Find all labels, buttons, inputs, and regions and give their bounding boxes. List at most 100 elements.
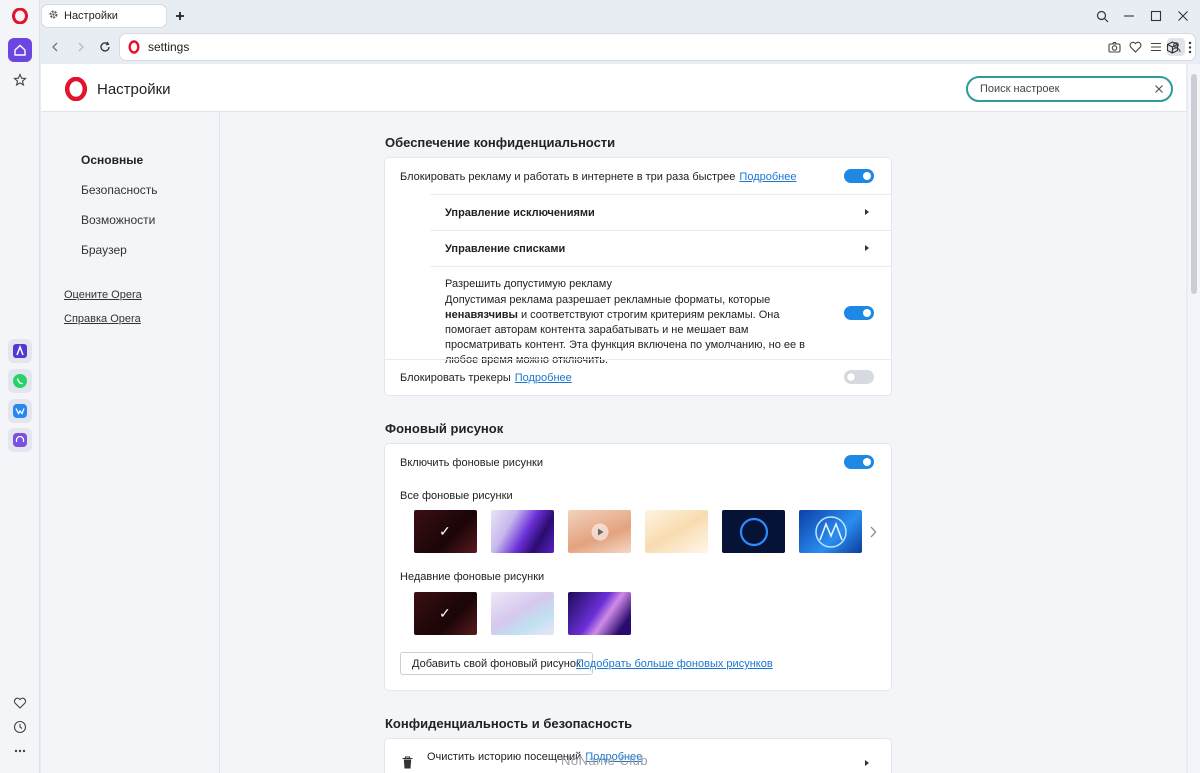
block-trackers-label: Блокировать трекеры — [400, 372, 511, 384]
watermark-text: NoName Club — [561, 753, 649, 768]
clear-search-icon[interactable] — [1154, 83, 1164, 97]
aria-icon[interactable] — [8, 339, 32, 363]
url-text: settings — [148, 40, 190, 54]
check-icon: ✓ — [439, 605, 451, 621]
page-scrollbar[interactable] — [1188, 64, 1200, 773]
tab-settings[interactable]: Настройки — [42, 5, 166, 27]
all-wallpapers-label: Все фоновые рисунки — [400, 490, 513, 502]
acceptable-ads-title: Разрешить допустимую рекламу — [445, 278, 612, 290]
recent-wallpaper-thumb-1[interactable]: ✓ — [414, 592, 477, 635]
tab-strip: Настройки — [40, 0, 1200, 32]
block-ads-row: Блокировать рекламу и работать в интерне… — [400, 171, 796, 183]
chevron-right-icon — [865, 245, 869, 251]
acceptable-ads-desc-bold: ненавязчивы — [445, 309, 518, 321]
back-icon[interactable] — [45, 37, 65, 57]
opera-menu-icon[interactable] — [8, 4, 32, 28]
nav-item-browser[interactable]: Браузер — [81, 243, 127, 257]
wallpaper-section-title: Фоновый рисунок — [385, 421, 504, 436]
divider — [430, 230, 891, 231]
block-trackers-toggle[interactable] — [844, 370, 874, 384]
new-tab-plus-icon[interactable] — [170, 6, 190, 26]
scrollbar-thumb[interactable] — [1191, 74, 1197, 294]
heart-icon[interactable] — [8, 691, 32, 715]
star-icon[interactable] — [8, 68, 32, 92]
manage-lists-row[interactable]: Управление списками — [445, 243, 565, 255]
acceptable-ads-toggle[interactable] — [844, 306, 874, 320]
trash-icon — [402, 756, 413, 772]
opera-site-icon — [128, 40, 140, 57]
nav-item-security[interactable]: Безопасность — [81, 183, 158, 197]
block-trackers-more-link[interactable]: Подробнее — [515, 372, 572, 384]
enable-wallpapers-toggle[interactable] — [844, 455, 874, 469]
wallpaper-thumb-3[interactable] — [568, 510, 631, 553]
chevron-right-icon — [865, 209, 869, 215]
security-section-title: Конфиденциальность и безопасность — [385, 716, 633, 731]
wallpapers-next-icon[interactable] — [869, 526, 877, 541]
divider — [385, 359, 891, 360]
opera-help-link[interactable]: Справка Opera — [64, 313, 141, 325]
heart-bookmark-icon[interactable] — [1126, 38, 1144, 56]
home-icon[interactable] — [8, 38, 32, 62]
page-header: Настройки — [41, 64, 1186, 112]
neon-logo-graphic — [811, 514, 851, 553]
address-bar: settings — [40, 32, 1200, 62]
more-dots-icon[interactable] — [8, 739, 32, 763]
clear-history-label: Очистить историю посещений — [427, 751, 582, 763]
toggle-knob — [863, 309, 871, 317]
reload-icon[interactable] — [95, 37, 115, 57]
wallpaper-thumb-1[interactable]: ✓ — [414, 510, 477, 553]
toggle-knob — [863, 458, 871, 466]
page-title: Настройки — [97, 81, 171, 98]
settings-page: Настройки Основные Безопасность Возможно… — [41, 64, 1186, 773]
wallpaper-thumb-5[interactable] — [722, 510, 785, 553]
wallpaper-thumb-6[interactable] — [799, 510, 862, 553]
block-ads-toggle[interactable] — [844, 169, 874, 183]
whatsapp-icon[interactable] — [8, 369, 32, 393]
acceptable-ads-desc-before: Допустимая реклама разрешает рекламные ф… — [445, 294, 771, 306]
forward-icon[interactable] — [71, 37, 91, 57]
menu-more-icon[interactable] — [1181, 38, 1199, 56]
camera-snapshot-icon[interactable] — [1105, 38, 1123, 56]
minimize-icon[interactable] — [1119, 6, 1139, 26]
chevron-right-icon — [865, 760, 869, 766]
manage-exceptions-row[interactable]: Управление исключениями — [445, 207, 595, 219]
recent-wallpaper-thumb-2[interactable] — [491, 592, 554, 635]
recent-wallpaper-thumb-3[interactable] — [568, 592, 631, 635]
player-icon[interactable] — [8, 428, 32, 452]
block-ads-label: Блокировать рекламу и работать в интерне… — [400, 171, 736, 183]
toggle-knob — [847, 373, 855, 381]
nav-item-basic[interactable]: Основные — [81, 153, 143, 167]
tab-title: Настройки — [64, 10, 118, 22]
toggle-knob — [863, 172, 871, 180]
url-field[interactable]: settings — [120, 34, 1195, 60]
wallpaper-thumb-2[interactable] — [491, 510, 554, 553]
search-box[interactable] — [966, 76, 1173, 102]
browser-sidebar — [0, 0, 40, 773]
privacy-card: Блокировать рекламу и работать в интерне… — [385, 158, 891, 395]
blue-ring-graphic — [738, 516, 770, 551]
more-wallpapers-link[interactable]: Подобрать больше фоновых рисунков — [576, 658, 773, 670]
add-wallpaper-button[interactable]: Добавить свой фоновый рисунок — [400, 652, 593, 675]
extensions-cube-icon[interactable] — [1163, 38, 1181, 56]
search-tabs-icon[interactable] — [1092, 6, 1112, 26]
gear-icon — [48, 9, 59, 23]
privacy-section-title: Обеспечение конфиденциальности — [385, 135, 616, 150]
close-window-icon[interactable] — [1173, 6, 1193, 26]
vk-icon[interactable] — [8, 399, 32, 423]
recent-wallpapers-label: Недавние фоновые рисунки — [400, 571, 545, 583]
check-icon: ✓ — [439, 523, 451, 539]
history-clock-icon[interactable] — [8, 715, 32, 739]
rate-opera-link[interactable]: Оцените Opera — [64, 289, 142, 301]
play-icon — [591, 523, 609, 544]
block-ads-more-link[interactable]: Подробнее — [739, 171, 796, 183]
maximize-icon[interactable] — [1146, 6, 1166, 26]
nav-item-features[interactable]: Возможности — [81, 213, 155, 227]
wallpaper-thumb-4[interactable] — [645, 510, 708, 553]
divider — [430, 266, 891, 267]
acceptable-ads-description: Допустимая реклама разрешает рекламные ф… — [445, 293, 820, 368]
search-input[interactable] — [980, 82, 1140, 96]
enable-wallpapers-label: Включить фоновые рисунки — [400, 457, 543, 469]
block-trackers-row: Блокировать трекеры Подробнее — [400, 372, 572, 384]
wallpaper-card: Включить фоновые рисунки Все фоновые рис… — [385, 444, 891, 690]
divider — [430, 194, 891, 195]
